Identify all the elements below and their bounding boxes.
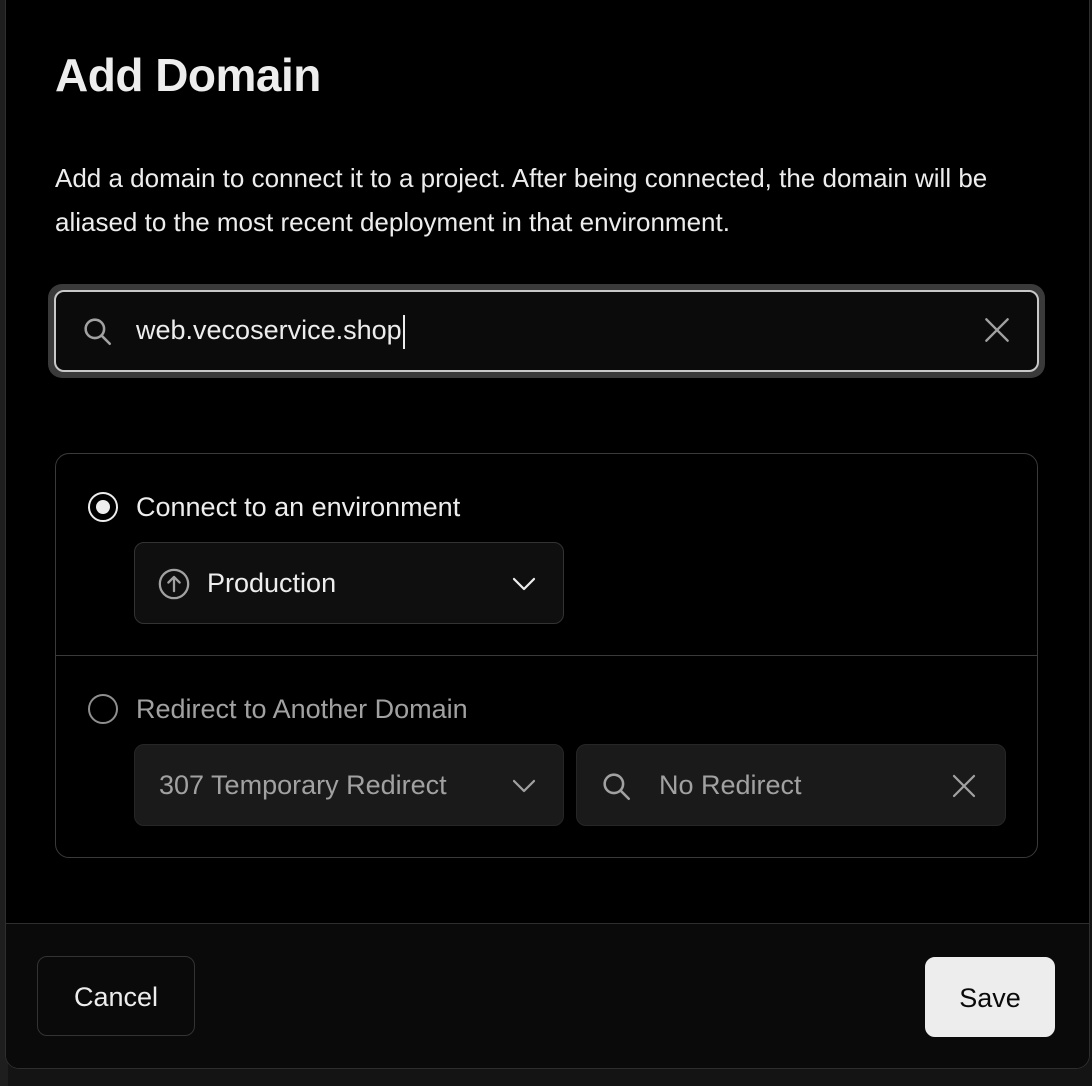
screen: Add Domain Add a domain to connect it to… (0, 0, 1092, 1086)
chevron-down-icon (512, 577, 536, 591)
domain-search-field[interactable]: web.vecoservice.shop (54, 290, 1039, 372)
environment-select[interactable]: Production (134, 542, 564, 624)
redirect-target-search[interactable]: No Redirect (576, 744, 1006, 826)
redirect-status-select[interactable]: 307 Temporary Redirect (134, 744, 564, 826)
option-redirect-domain: Redirect to Another Domain 307 Temporary… (56, 656, 1037, 857)
domain-input[interactable]: web.vecoservice.shop (136, 310, 405, 350)
arrow-up-circle-icon (158, 568, 190, 600)
redirect-domain-label[interactable]: Redirect to Another Domain (136, 692, 468, 726)
option-connect-environment: Connect to an environment Production (56, 454, 1037, 656)
cancel-button[interactable]: Cancel (37, 956, 195, 1036)
dialog-footer: Cancel Save (6, 923, 1089, 1068)
dialog-description: Add a domain to connect it to a project.… (55, 163, 988, 237)
save-button[interactable]: Save (925, 957, 1055, 1037)
chevron-down-icon (512, 779, 536, 793)
domain-input-value: web.vecoservice.shop (136, 315, 402, 345)
close-icon[interactable] (949, 771, 979, 801)
redirect-domain-radio[interactable] (88, 694, 118, 724)
environment-select-value: Production (207, 568, 337, 598)
text-caret (402, 314, 405, 349)
search-icon (84, 318, 112, 346)
connect-environment-label[interactable]: Connect to an environment (136, 490, 460, 524)
redirect-target-placeholder: No Redirect (659, 770, 802, 800)
add-domain-dialog: Add Domain Add a domain to connect it to… (5, 0, 1090, 1069)
domain-search-focus-ring: web.vecoservice.shop (48, 284, 1045, 378)
close-icon[interactable] (981, 314, 1013, 346)
domain-options-card: Connect to an environment Production Red… (55, 453, 1038, 858)
dialog-title: Add Domain (55, 49, 321, 101)
connect-environment-radio[interactable] (88, 492, 118, 522)
redirect-status-value: 307 Temporary Redirect (159, 770, 447, 800)
search-icon (603, 773, 631, 801)
